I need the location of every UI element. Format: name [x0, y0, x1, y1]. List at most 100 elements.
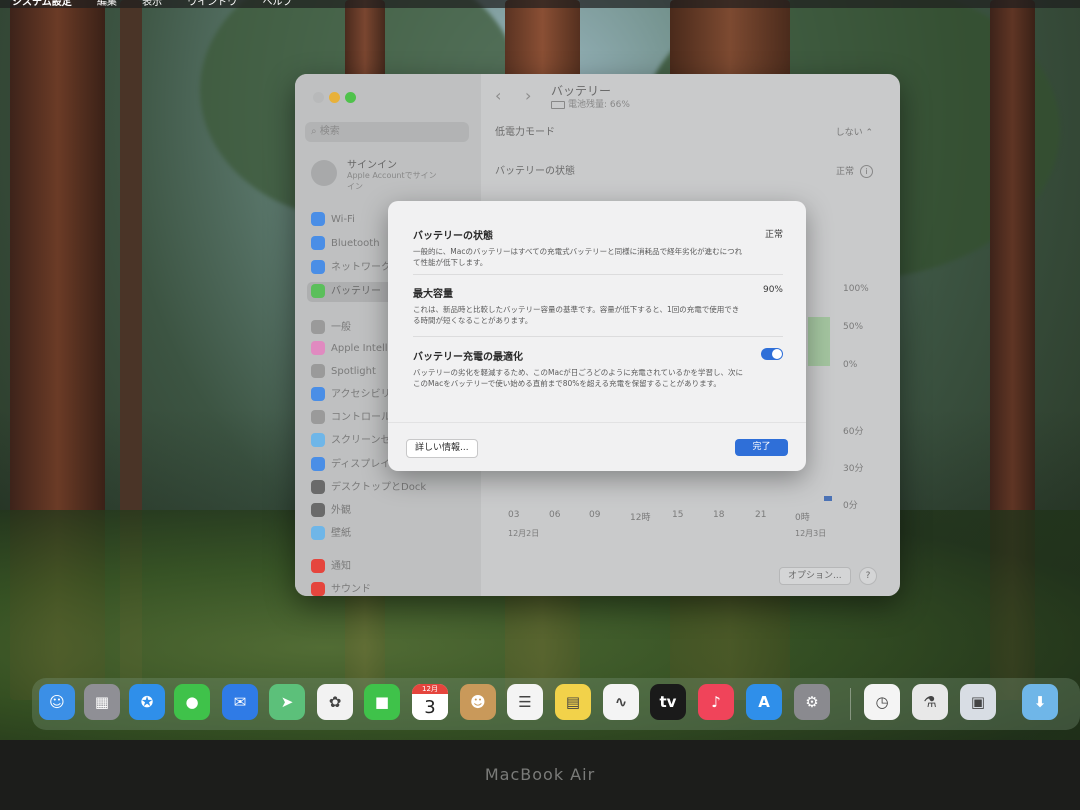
apple-tv-glyph: tv — [659, 693, 677, 711]
help-button[interactable]: ? — [859, 567, 877, 585]
chart-y-label: 100% — [843, 284, 869, 294]
forward-chevron-icon[interactable]: › — [525, 86, 531, 105]
preview-glyph: ▣ — [970, 693, 986, 711]
optimized-charging-description: バッテリーの劣化を軽減するため、このMacが日ごろどのように充電されているかを学… — [413, 368, 743, 388]
launchpad-glyph: ▦ — [94, 693, 110, 711]
battery-health-description: 一般的に、Macのバッテリーはすべての充電式バッテリーと同様に消耗品で経年劣化が… — [413, 247, 743, 267]
optimized-charging-toggle[interactable] — [761, 348, 783, 360]
dock-facetime-icon[interactable]: ■ — [364, 684, 400, 720]
spotlight-icon — [311, 364, 325, 378]
dock-finder-icon[interactable]: ☺ — [39, 684, 75, 720]
options-button[interactable]: オプション... — [779, 567, 851, 585]
low-power-mode-label: 低電力モード — [495, 127, 555, 138]
menu-window[interactable]: ウインドウ — [187, 0, 237, 8]
apple-account-signin[interactable]: サインイン Apple Accountでサインイン — [311, 156, 476, 196]
notes-glyph: ▤ — [565, 693, 581, 711]
sidebar-item-notification[interactable]: 通知 — [307, 557, 475, 577]
dock-app-store-icon[interactable]: A — [746, 684, 782, 720]
sidebar-item-appearance[interactable]: 外観 — [307, 501, 475, 521]
low-power-mode-row: 低電力モード しない ⌃ — [495, 121, 885, 145]
chart-x-label: 12時 — [630, 513, 651, 523]
max-capacity-section: 最大容量 90% これは、新品時と比較したバッテリー容量の基準です。容量が低下す… — [413, 285, 783, 326]
back-chevron-icon[interactable]: ‹ — [495, 86, 501, 105]
dock-calendar-icon[interactable]: 12月 3 — [412, 684, 448, 720]
sidebar-item-sound[interactable]: サウンド — [307, 580, 475, 596]
zoom-window-button[interactable] — [345, 92, 356, 103]
info-icon[interactable]: i — [860, 165, 873, 178]
dock-downloads-folder-icon[interactable]: ⬇ — [1022, 684, 1058, 720]
chart-x-label: 0時 — [795, 513, 810, 523]
chart-x-label: 09 — [589, 510, 601, 520]
chart-y-label: 0% — [843, 360, 858, 370]
more-info-button[interactable]: 詳しい情報... — [406, 439, 478, 458]
battery-health-status: 正常 — [764, 230, 783, 240]
dock-safari-icon[interactable]: ✪ — [129, 684, 165, 720]
chart-x-label: 18 — [713, 510, 725, 520]
sidebar-item-label: ディスプレイ — [331, 459, 391, 470]
divider — [413, 336, 783, 337]
sidebar-item-label: デスクトップとDock — [331, 482, 427, 493]
apple-intelligence-icon — [311, 341, 325, 355]
chart-y-label: 50% — [843, 322, 864, 332]
downloads-folder-glyph: ⬇ — [1033, 693, 1047, 711]
close-window-button[interactable] — [313, 92, 324, 103]
freeform-glyph: ∿ — [614, 693, 628, 711]
dock-clock-icon[interactable]: ◷ — [864, 684, 900, 720]
battery-health-section: バッテリーの状態 正常 一般的に、Macのバッテリーはすべての充電式バッテリーと… — [413, 227, 783, 268]
menu-view[interactable]: 表示 — [142, 0, 162, 8]
chart-x-label: 03 — [508, 510, 520, 520]
sidebar-item-wallpaper[interactable]: 壁紙 — [307, 524, 475, 544]
music-glyph: ♪ — [711, 693, 721, 711]
sidebar-item-label: 壁紙 — [331, 528, 351, 539]
dock-mail-icon[interactable]: ✉ — [222, 684, 258, 720]
low-power-mode-select[interactable]: しない ⌃ — [836, 121, 873, 145]
done-button[interactable]: 完了 — [735, 439, 788, 456]
chart-y-label: 60分 — [843, 427, 864, 437]
dock-freeform-icon[interactable]: ∿ — [603, 684, 639, 720]
sidebar-item-label: ネットワーク — [331, 262, 391, 273]
minimize-window-button[interactable] — [329, 92, 340, 103]
dock: ☺ ▦ ✪ ● ✉ ➤ ✿ ■ 12月 3 ☻ ☰ ▤ ∿ tv ♪ A ⚙ ◷ ⚗ ▣ ⬇ — [32, 678, 1080, 730]
system-settings-glyph: ⚙ — [805, 693, 819, 711]
sidebar-item-label: Bluetooth — [331, 238, 380, 249]
wifi-icon — [311, 212, 325, 226]
divider — [413, 274, 783, 275]
dock-reminders-icon[interactable]: ☰ — [507, 684, 543, 720]
gear-icon — [311, 320, 325, 334]
notification-icon — [311, 559, 325, 573]
sidebar-item-dock[interactable]: デスクトップとDock — [307, 478, 475, 498]
menu-app-name[interactable]: システム設定 — [12, 0, 72, 8]
laptop-model-label: MacBook Air — [484, 765, 596, 784]
control-center-icon — [311, 410, 325, 424]
battery-icon — [551, 100, 565, 109]
calendar-month: 12月 — [412, 684, 448, 694]
dock-messages-icon[interactable]: ● — [174, 684, 210, 720]
max-capacity-value: 90% — [762, 285, 783, 295]
battery-health-row: バッテリーの状態 正常 i — [495, 160, 885, 184]
screen-usage-bar — [824, 496, 832, 501]
menu-edit[interactable]: 編集 — [97, 0, 117, 8]
dock-separator — [850, 688, 851, 720]
menu-help[interactable]: ヘルプ — [262, 0, 292, 8]
dock-icon — [311, 480, 325, 494]
avatar — [311, 160, 337, 186]
search-placeholder: 検索 — [319, 126, 340, 137]
chart-date-end: 12月3日 — [795, 529, 827, 538]
dock-photos-icon[interactable]: ✿ — [317, 684, 353, 720]
dock-system-settings-icon[interactable]: ⚙ — [794, 684, 830, 720]
sidebar-search-input[interactable]: ⌕ 検索 — [305, 122, 469, 142]
dock-music-icon[interactable]: ♪ — [698, 684, 734, 720]
maps-glyph: ➤ — [280, 693, 294, 711]
sidebar-item-label: 一般 — [331, 322, 351, 333]
dock-notes-icon[interactable]: ▤ — [555, 684, 591, 720]
wallpaper-icon — [311, 526, 325, 540]
automator-glyph: ⚗ — [923, 693, 937, 711]
dock-contacts-icon[interactable]: ☻ — [460, 684, 496, 720]
dock-launchpad-icon[interactable]: ▦ — [84, 684, 120, 720]
sidebar-item-label: 通知 — [331, 561, 351, 572]
dock-maps-icon[interactable]: ➤ — [269, 684, 305, 720]
dock-preview-icon[interactable]: ▣ — [960, 684, 996, 720]
dock-apple-tv-icon[interactable]: tv — [650, 684, 686, 720]
dock-automator-icon[interactable]: ⚗ — [912, 684, 948, 720]
chart-date-start: 12月2日 — [508, 529, 540, 538]
